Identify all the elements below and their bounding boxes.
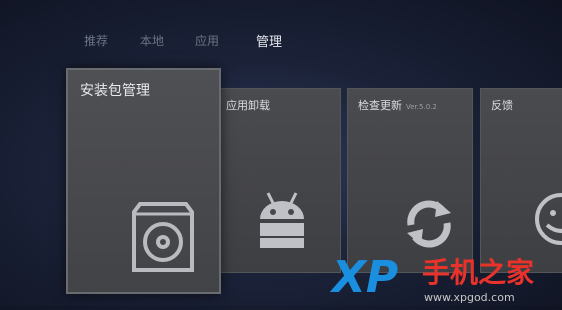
tile-check-update[interactable]: 检查更新 Ver.5.0.2 [347, 88, 473, 273]
tile-feedback-label: 反馈 [491, 99, 513, 112]
xp-logo-mark: XP 手机之家 www.xpgod.com [329, 252, 534, 304]
tab-recommend[interactable]: 推荐 [84, 32, 108, 49]
logo-brand-text: 手机之家 [422, 256, 534, 289]
logo-xp-text: XP [330, 252, 398, 303]
tile-check-update-label: 检查更新 Ver.5.0.2 [358, 97, 437, 113]
smiley-icon [535, 193, 562, 245]
tab-local[interactable]: 本地 [140, 32, 164, 49]
package-icon [132, 202, 194, 272]
top-tab-bar: 推荐 本地 应用 管理 [0, 0, 562, 60]
version-text: Ver.5.0.2 [406, 103, 437, 111]
watermark-logo: XP 手机之家 www.xpgod.com [329, 250, 562, 306]
logo-url-text: www.xpgod.com [424, 291, 515, 304]
refresh-icon [407, 200, 451, 248]
tab-apps[interactable]: 应用 [195, 32, 219, 49]
tab-manage[interactable]: 管理 [256, 31, 282, 50]
tile-package-manager-label: 安装包管理 [80, 83, 150, 99]
tile-feedback[interactable]: 反馈 [480, 88, 562, 273]
tile-package-manager[interactable]: 安装包管理 [66, 68, 221, 294]
android-icon [260, 192, 304, 248]
tile-check-update-title: 检查更新 [358, 99, 402, 112]
tile-app-uninstall[interactable]: 应用卸载 [215, 88, 341, 273]
tile-app-uninstall-label: 应用卸载 [226, 99, 270, 112]
